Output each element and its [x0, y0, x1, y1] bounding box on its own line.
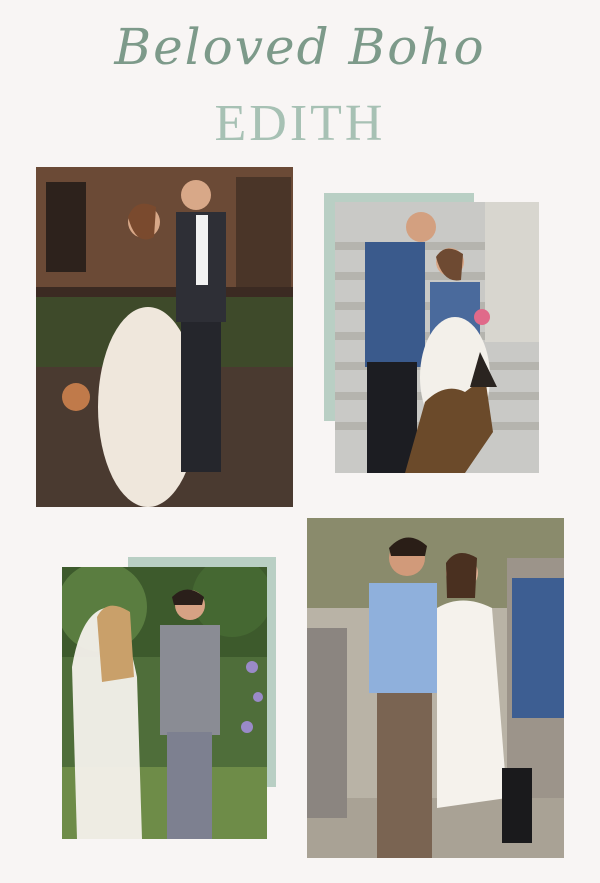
photo-toast: [307, 518, 564, 858]
photo-couple-walking: [36, 167, 293, 507]
script-title: Beloved Boho: [114, 18, 486, 76]
main-title: EDITH: [214, 95, 386, 152]
photo-couple-stairs: [335, 202, 539, 473]
photo-couple-garden: [62, 567, 267, 839]
